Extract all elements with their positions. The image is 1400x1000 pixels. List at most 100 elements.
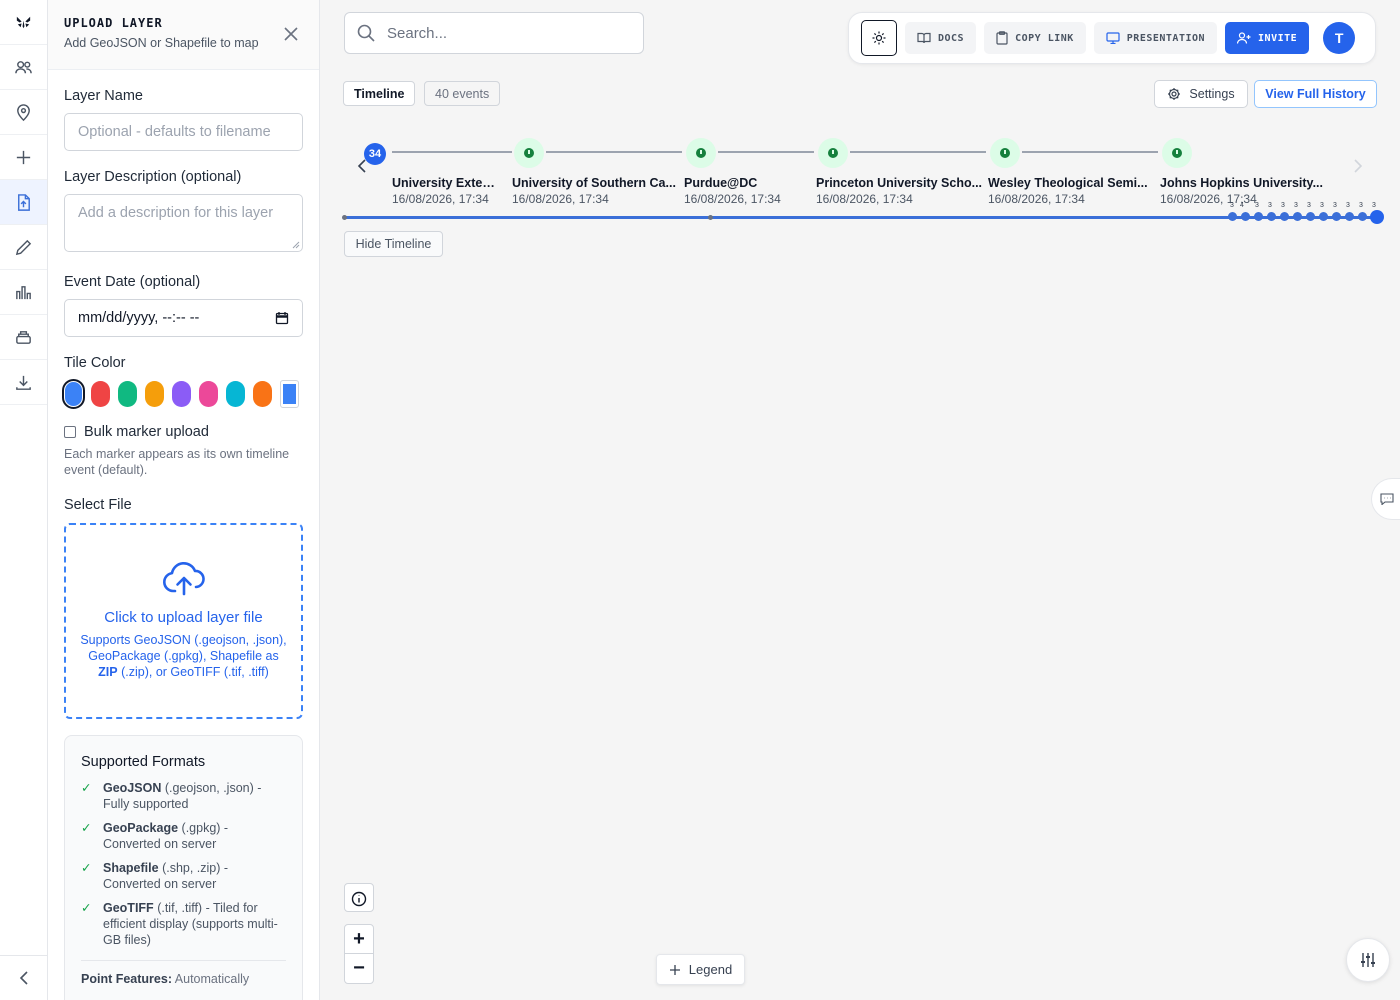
timeline-next-icon[interactable] [1352, 158, 1364, 174]
format-item: ✓ GeoTIFF (.tif, .tiff) - Tiled for effic… [81, 901, 278, 947]
timeline-event-name: University Exten... [392, 176, 500, 190]
timeline-event[interactable]: University of Southern Ca... 16/08/2026, … [512, 176, 680, 206]
clock-icon [524, 148, 534, 158]
invite-button[interactable]: INVITE [1225, 22, 1310, 54]
presentation-button[interactable]: PRESENTATION [1093, 22, 1218, 54]
logo-icon[interactable] [0, 0, 47, 45]
clock-icon [1172, 148, 1182, 158]
timeline-event[interactable]: Johns Hopkins University... 16/08/2026, 1… [1160, 176, 1328, 206]
color-swatch[interactable] [253, 381, 272, 407]
check-icon: ✓ [81, 781, 92, 795]
color-swatch[interactable] [62, 379, 85, 409]
view-full-history-button[interactable]: View Full History [1254, 80, 1377, 108]
timeline-connector [392, 151, 512, 153]
layers-icon[interactable] [0, 315, 47, 360]
select-file-label: Select File [64, 497, 132, 513]
bulk-upload-hint: Each marker appears as its own timeline … [64, 447, 290, 477]
timeline-cluster-marker[interactable] [1280, 212, 1289, 221]
calendar-icon[interactable] [275, 311, 289, 325]
search-input[interactable]: Search... [344, 12, 644, 54]
layer-filter-button[interactable] [1346, 938, 1390, 982]
resize-handle-icon[interactable] [292, 241, 300, 249]
copy-link-button[interactable]: COPY LINK [984, 22, 1086, 54]
event-count-badge: 40 events [424, 81, 501, 106]
timeline-cluster-count: 3 [1372, 202, 1376, 209]
timeline-event-dot[interactable] [514, 138, 544, 168]
timeline-event-name: Johns Hopkins University... [1160, 176, 1324, 190]
download-icon[interactable] [0, 360, 47, 405]
timeline-cluster-marker[interactable] [1306, 212, 1315, 221]
timeline-cluster-marker[interactable] [1254, 212, 1263, 221]
bar-chart-icon[interactable] [0, 270, 47, 315]
timeline-cluster-count: 3 [1320, 202, 1324, 209]
timeline-event-dot[interactable] [1162, 138, 1192, 168]
color-swatch[interactable] [91, 381, 110, 407]
zoom-out-button[interactable]: − [345, 954, 373, 983]
custom-color-picker[interactable] [280, 380, 299, 408]
timeline-connector [1022, 151, 1158, 153]
docs-button[interactable]: DOCS [905, 22, 977, 54]
timeline-event[interactable]: University Exten... 16/08/2026, 17:34 [392, 176, 500, 206]
timeline-progress-bar[interactable] [344, 216, 1376, 219]
timeline-connector [850, 151, 986, 153]
info-button[interactable] [345, 884, 373, 913]
format-item: ✓ GeoJSON (.geojson, .json) - Fully suppo… [81, 781, 262, 811]
layer-description-input[interactable]: Add a description for this layer [64, 194, 303, 252]
check-icon: ✓ [81, 901, 92, 915]
timeline-event-dot[interactable] [990, 138, 1020, 168]
settings-button[interactable]: Settings [1154, 80, 1248, 108]
color-swatch[interactable] [199, 381, 218, 407]
hide-timeline-button[interactable]: Hide Timeline [344, 231, 443, 257]
timeline-event[interactable]: Wesley Theological Semi... 16/08/2026, 17… [988, 176, 1156, 206]
file-dropzone[interactable]: Click to upload layer file Supports GeoJ… [64, 523, 303, 719]
format-item: ✓ GeoPackage (.gpkg) - Converted on serve… [81, 821, 229, 851]
timeline-cluster-marker[interactable] [1241, 212, 1250, 221]
timeline-event-dot[interactable] [818, 138, 848, 168]
theme-toggle-button[interactable] [861, 20, 897, 56]
timeline-cluster-marker[interactable] [1228, 212, 1237, 221]
bulk-upload-row: Bulk marker upload [64, 424, 303, 440]
legend-button[interactable]: Legend [656, 954, 745, 985]
timeline: University Exten... 16/08/2026, 17:34 Univ… [342, 130, 1384, 230]
timeline-cluster-marker[interactable] [1293, 212, 1302, 221]
color-swatch[interactable] [118, 381, 137, 407]
book-icon [917, 32, 931, 44]
monitor-icon [1106, 32, 1120, 44]
map-pin-icon[interactable] [0, 90, 47, 135]
formats-title: Supported Formats [81, 754, 206, 770]
tab-timeline[interactable]: Timeline [343, 81, 416, 106]
avatar[interactable]: T [1323, 22, 1356, 54]
file-upload-icon[interactable] [0, 180, 47, 225]
timeline-start-marker [342, 215, 347, 220]
layer-name-input[interactable]: Optional - defaults to filename [64, 113, 303, 151]
feedback-button[interactable] [1371, 478, 1400, 520]
color-swatch[interactable] [145, 381, 164, 407]
map-info-control [344, 883, 374, 912]
plus-icon[interactable] [0, 135, 47, 180]
timeline-cluster-count: 3 [1281, 202, 1285, 209]
event-date-input[interactable]: mm/dd/yyyy, --:-- -- [64, 299, 303, 337]
timeline-cluster-marker[interactable] [1332, 212, 1341, 221]
bulk-upload-checkbox[interactable] [64, 426, 76, 438]
clock-icon [696, 148, 706, 158]
timeline-current-handle[interactable] [1370, 210, 1384, 224]
plus-icon [669, 964, 680, 975]
timeline-cluster-marker[interactable] [1345, 212, 1354, 221]
close-icon[interactable] [281, 24, 301, 44]
timeline-event[interactable]: Princeton University Scho... 16/08/2026, … [816, 176, 984, 206]
zoom-control: + − [344, 924, 374, 984]
color-swatch[interactable] [226, 381, 245, 407]
users-icon[interactable] [0, 45, 47, 90]
zoom-in-button[interactable]: + [345, 925, 373, 954]
color-swatch[interactable] [172, 381, 191, 407]
map-area[interactable]: Search... DOCS COPY LINK PRESENTATION IN… [320, 0, 1400, 1000]
timeline-event-dot[interactable] [686, 138, 716, 168]
point-features-note: Point Features: Automatically [81, 972, 250, 986]
pencil-icon[interactable] [0, 225, 47, 270]
collapse-panel-button[interactable] [0, 955, 47, 1000]
timeline-cluster-marker[interactable] [1358, 212, 1367, 221]
timeline-cluster-marker[interactable] [1267, 212, 1276, 221]
timeline-cluster-marker[interactable] [1319, 212, 1328, 221]
search-icon [357, 24, 375, 42]
timeline-cluster-count: 4 [1240, 202, 1244, 209]
